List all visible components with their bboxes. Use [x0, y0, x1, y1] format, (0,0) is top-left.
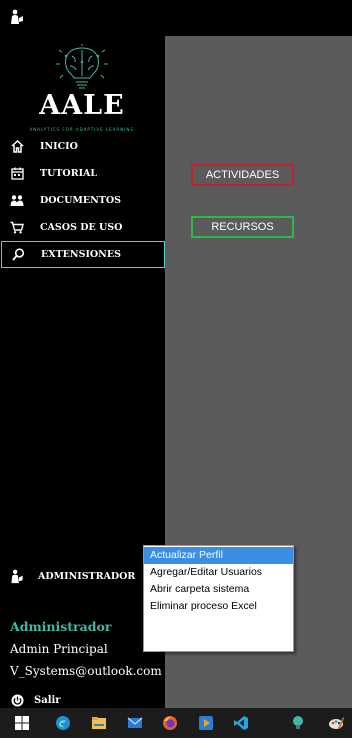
aale-logo: AALE ANALYTICS FOR ADAPTIVE LEARNING — [6, 44, 158, 132]
paint-icon[interactable] — [328, 715, 344, 731]
edge-browser-icon[interactable] — [55, 715, 71, 731]
app-icon — [11, 9, 23, 24]
file-explorer-icon[interactable] — [91, 715, 107, 731]
menu-item-abrir-carpeta-sistema[interactable]: Abrir carpeta sistema — [144, 581, 293, 598]
vscode-icon[interactable] — [233, 715, 249, 731]
media-player-icon[interactable] — [198, 715, 214, 731]
brain-bulb-icon — [56, 44, 108, 89]
resources-button[interactable]: RECURSOS — [191, 216, 294, 238]
menu-item-eliminar-proceso-excel[interactable]: Eliminar proceso Excel — [144, 598, 293, 615]
windows-start-icon[interactable] — [14, 715, 30, 731]
sidebar-item-label: DOCUMENTOS — [40, 195, 122, 206]
firefox-icon[interactable] — [162, 715, 178, 731]
cart-icon — [10, 221, 24, 235]
user-name: Admin Principal — [10, 642, 108, 656]
logout-label: Salir — [34, 694, 61, 706]
logo-subtitle: ANALYTICS FOR ADAPTIVE LEARNING — [29, 127, 135, 132]
sidebar-item-tutorial[interactable]: TUTORIAL — [0, 160, 165, 187]
home-icon — [10, 140, 24, 154]
search-icon — [11, 248, 25, 262]
sidebar-item-label: TUTORIAL — [40, 168, 98, 179]
calendar-icon — [10, 167, 24, 181]
logout-button[interactable]: Salir — [10, 690, 61, 710]
user-email: V_Systems@outlook.com — [10, 664, 162, 678]
activities-button[interactable]: ACTIVIDADES — [191, 164, 294, 186]
menu-item-actualizar-perfil[interactable]: Actualizar Perfil — [144, 547, 293, 564]
administrator-menu-button[interactable]: ADMINISTRADOR > — [0, 563, 165, 589]
title-bar — [0, 0, 352, 36]
sidebar-item-label: INICIO — [40, 141, 78, 152]
sidebar: AALE ANALYTICS FOR ADAPTIVE LEARNING INI… — [0, 36, 165, 708]
nav-menu: INICIO TUTORIAL DOCUMENTOS CASOS DE USO … — [0, 133, 165, 268]
administrator-label: ADMINISTRADOR — [38, 570, 136, 582]
sidebar-item-label: CASOS DE USO — [40, 222, 123, 233]
admin-context-menu: Actualizar Perfil Agregar/Editar Usuario… — [143, 545, 294, 652]
admin-user-icon — [10, 569, 24, 583]
logo-title: AALE — [39, 90, 125, 121]
sidebar-item-inicio[interactable]: INICIO — [0, 133, 165, 160]
aale-app-icon[interactable] — [290, 715, 306, 731]
user-role: Administrador — [10, 619, 112, 634]
sidebar-item-documentos[interactable]: DOCUMENTOS — [0, 187, 165, 214]
taskbar — [0, 708, 352, 738]
sidebar-item-label: EXTENSIONES — [41, 249, 121, 260]
people-icon — [10, 194, 24, 208]
menu-item-agregar-editar-usuarios[interactable]: Agregar/Editar Usuarios — [144, 564, 293, 581]
sidebar-item-casos-de-uso[interactable]: CASOS DE USO — [0, 214, 165, 241]
sidebar-item-extensiones[interactable]: EXTENSIONES — [1, 241, 165, 268]
power-icon — [10, 693, 24, 707]
mail-icon[interactable] — [127, 715, 143, 731]
